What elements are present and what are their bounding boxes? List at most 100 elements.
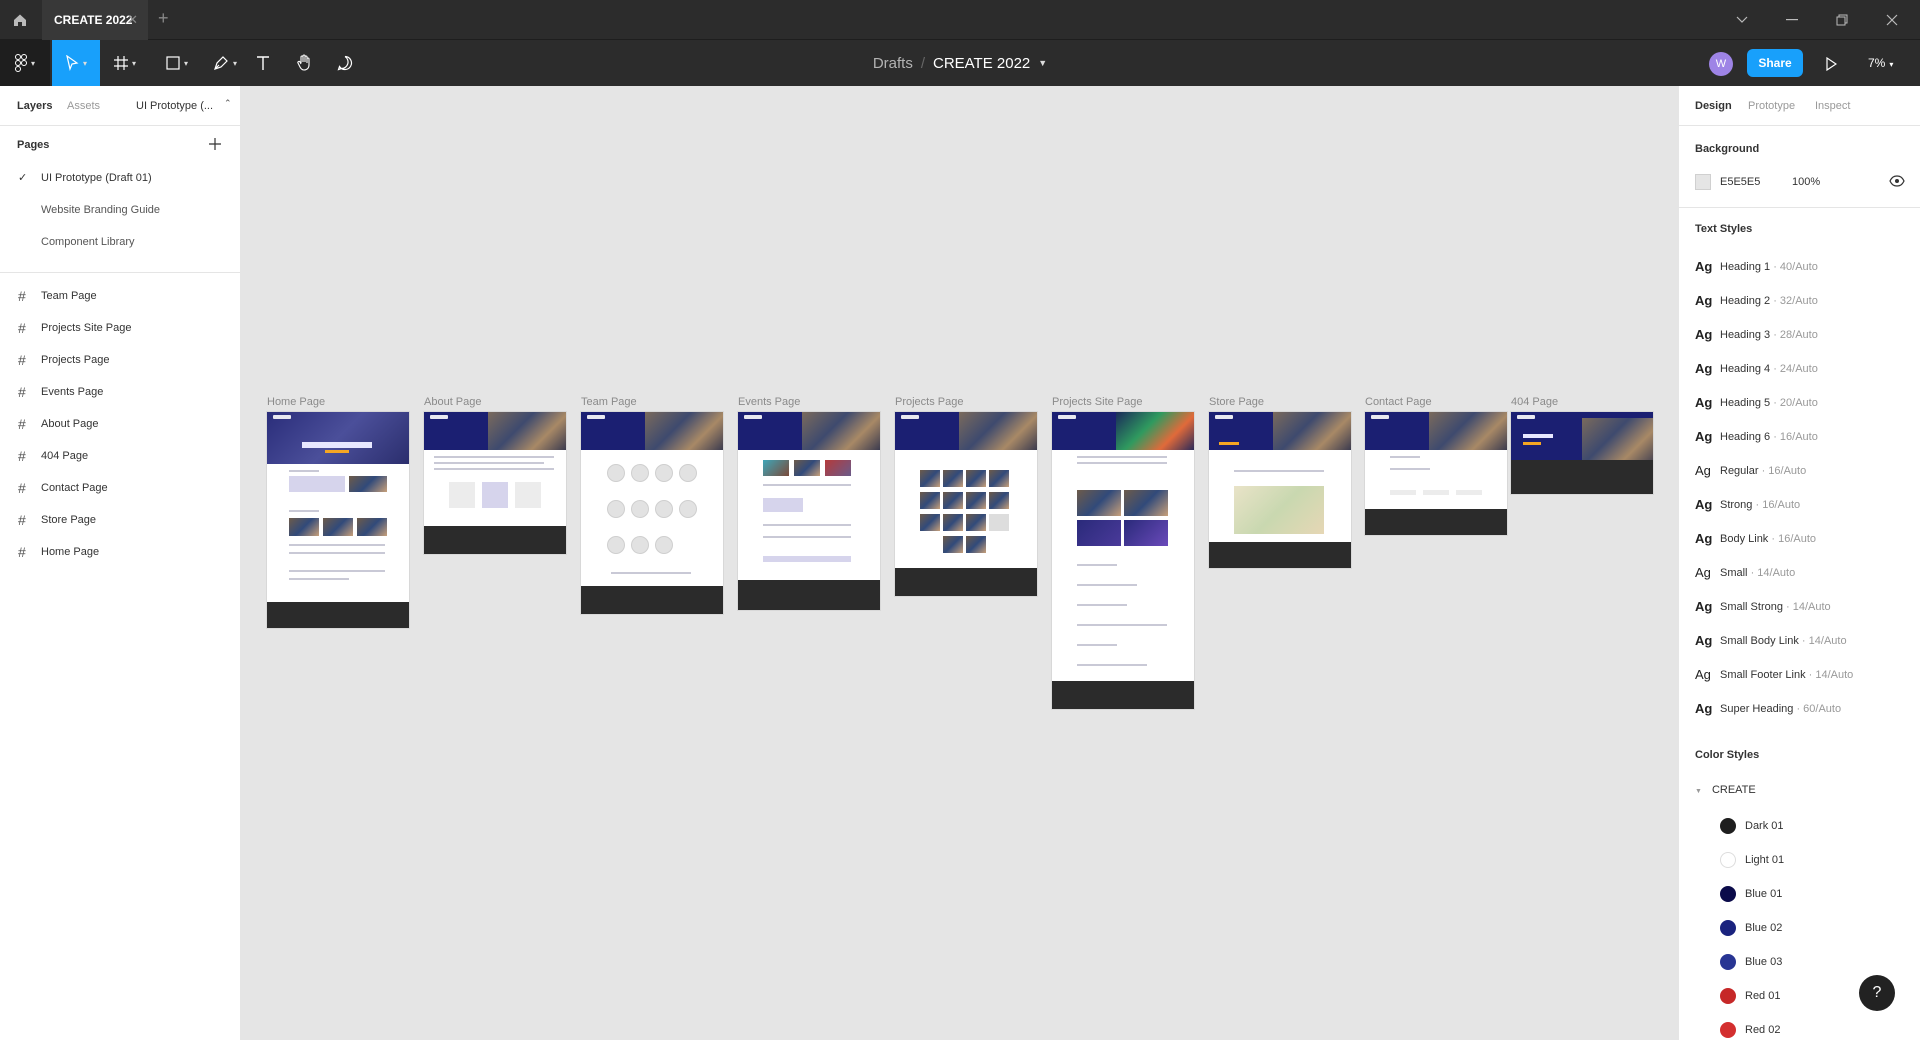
file-tab[interactable]: CREATE 2022 ✕ [42, 0, 148, 40]
frame-events-page[interactable] [738, 412, 880, 610]
main-menu-button[interactable]: ▾ [0, 40, 50, 86]
help-button[interactable]: ? [1859, 975, 1895, 1011]
chevron-up-icon[interactable]: ⌃ [224, 98, 232, 109]
layer-team-page[interactable]: # Team Page [0, 280, 240, 312]
frame-label[interactable]: 404 Page [1511, 396, 1558, 408]
home-icon[interactable] [0, 0, 40, 40]
frame-projects-page[interactable] [895, 412, 1037, 596]
text-style-small-footer-link[interactable]: Ag Small Footer Link · 14/Auto [1695, 667, 1915, 687]
text-style-name: Small Body Link [1720, 635, 1799, 647]
eye-icon[interactable] [1889, 173, 1905, 192]
caret-down-icon: ▼ [1695, 788, 1702, 795]
layer-404-page[interactable]: #404 Page [0, 440, 240, 472]
layer-about-page[interactable]: # About Page [0, 408, 240, 440]
text-style-heading-1[interactable]: Ag Heading 1 · 40/Auto [1695, 259, 1915, 279]
comment-tool-button[interactable] [330, 40, 360, 86]
color-group-create[interactable]: ▼ CREATE [1695, 784, 1756, 796]
frame-contact-page[interactable] [1365, 412, 1507, 535]
frame-team-page[interactable] [581, 412, 723, 614]
text-style-small[interactable]: Ag Small · 14/Auto [1695, 565, 1915, 585]
text-style-small-strong[interactable]: Ag Small Strong · 14/Auto [1695, 599, 1915, 619]
tab-layers[interactable]: Layers [17, 100, 52, 112]
text-line [1077, 564, 1117, 566]
canvas[interactable]: Home Page About Page Team Page Events Pa… [241, 86, 1678, 1040]
share-button[interactable]: Share [1747, 49, 1803, 77]
text-style-meta: · 14/Auto [1782, 601, 1831, 613]
avatar[interactable]: W [1709, 52, 1733, 76]
page-item-ui-prototype[interactable]: ✓ UI Prototype (Draft 01) [0, 162, 240, 194]
frame-label[interactable]: Projects Site Page [1052, 396, 1143, 408]
text-style-heading-4[interactable]: Ag Heading 4 · 24/Auto [1695, 361, 1915, 381]
frame-label[interactable]: Events Page [738, 396, 800, 408]
footer [1209, 542, 1351, 568]
hand-tool-button[interactable] [290, 40, 320, 86]
text-style-strong[interactable]: Ag Strong · 16/Auto [1695, 497, 1915, 517]
text-style-icon: Ag [1695, 361, 1713, 376]
shape-tool-button[interactable]: ▾ [156, 40, 198, 86]
text-style-heading-3[interactable]: Ag Heading 3 · 28/Auto [1695, 327, 1915, 347]
frame-label[interactable]: Projects Page [895, 396, 963, 408]
frame-label[interactable]: Contact Page [1365, 396, 1432, 408]
move-tool-button[interactable]: ▾ [52, 40, 100, 86]
frame-projects-site-page[interactable] [1052, 412, 1194, 709]
frame-tool-button[interactable]: ▾ [104, 40, 146, 86]
page-item-component-library[interactable]: Component Library [0, 226, 240, 258]
text-style-icon: Ag [1695, 531, 1713, 546]
layer-events-page[interactable]: # Events Page [0, 376, 240, 408]
layer-home-page[interactable]: # Home Page [0, 536, 240, 568]
text-style-small-body-link[interactable]: Ag Small Body Link · 14/Auto [1695, 633, 1915, 653]
layer-projects-site-page[interactable]: # Projects Site Page [0, 312, 240, 344]
logo-placeholder [430, 415, 448, 419]
frame-label[interactable]: Team Page [581, 396, 637, 408]
text-style-super-heading[interactable]: Ag Super Heading · 60/Auto [1695, 701, 1915, 721]
text-line [1077, 462, 1167, 464]
avatar-placeholder [607, 464, 625, 482]
close-tab-icon[interactable]: ✕ [127, 12, 138, 28]
page-item-branding-guide[interactable]: Website Branding Guide [0, 194, 240, 226]
tab-assets[interactable]: Assets [67, 100, 100, 112]
present-button[interactable] [1821, 54, 1841, 74]
text-style-body-link[interactable]: Ag Body Link · 16/Auto [1695, 531, 1915, 551]
text-style-regular[interactable]: Ag Regular · 16/Auto [1695, 463, 1915, 483]
text-tool-button[interactable] [250, 40, 276, 86]
image-placeholder [966, 492, 986, 509]
layer-store-page[interactable]: # Store Page [0, 504, 240, 536]
chevron-down-icon[interactable] [1717, 0, 1767, 40]
page-selector[interactable]: UI Prototype (... [136, 100, 213, 112]
frame-store-page[interactable] [1209, 412, 1351, 568]
close-window-icon[interactable] [1867, 0, 1917, 40]
pen-tool-button[interactable]: ▾ [204, 40, 246, 86]
logo-placeholder [273, 415, 291, 419]
image-placeholder [825, 460, 851, 476]
breadcrumb-drafts[interactable]: Drafts [873, 55, 913, 72]
image-placeholder [966, 470, 986, 487]
right-panel-tabs: Design Prototype Inspect [1679, 86, 1920, 126]
text-style-heading-2[interactable]: Ag Heading 2 · 32/Auto [1695, 293, 1915, 313]
frame-label[interactable]: Home Page [267, 396, 325, 408]
tab-design[interactable]: Design [1695, 100, 1732, 112]
tab-inspect[interactable]: Inspect [1815, 100, 1850, 112]
file-name[interactable]: CREATE 2022 [933, 55, 1030, 72]
tab-prototype[interactable]: Prototype [1748, 100, 1795, 112]
color-swatch [1720, 988, 1736, 1004]
text-style-icon: Ag [1695, 395, 1713, 410]
background-hex-input[interactable]: E5E5E5 [1720, 176, 1760, 188]
new-tab-icon[interactable]: + [158, 8, 169, 29]
zoom-dropdown[interactable]: 7% ▾ [1868, 56, 1893, 70]
background-opacity-input[interactable]: 100% [1792, 176, 1820, 188]
add-page-icon[interactable] [209, 134, 221, 155]
frame-label[interactable]: About Page [424, 396, 482, 408]
frame-about-page[interactable] [424, 412, 566, 554]
frame-404-page[interactable] [1511, 412, 1653, 494]
frame-home-page[interactable] [267, 412, 409, 628]
frame-label[interactable]: Store Page [1209, 396, 1264, 408]
text-style-heading-6[interactable]: Ag Heading 6 · 16/Auto [1695, 429, 1915, 449]
background-swatch[interactable] [1695, 174, 1711, 190]
text-style-name: Small Footer Link [1720, 669, 1806, 681]
chevron-down-icon[interactable]: ▼ [1038, 58, 1047, 68]
minimize-icon[interactable] [1767, 0, 1817, 40]
text-style-heading-5[interactable]: Ag Heading 5 · 20/Auto [1695, 395, 1915, 415]
layer-projects-page[interactable]: # Projects Page [0, 344, 240, 376]
layer-contact-page[interactable]: # Contact Page [0, 472, 240, 504]
restore-icon[interactable] [1817, 0, 1867, 40]
